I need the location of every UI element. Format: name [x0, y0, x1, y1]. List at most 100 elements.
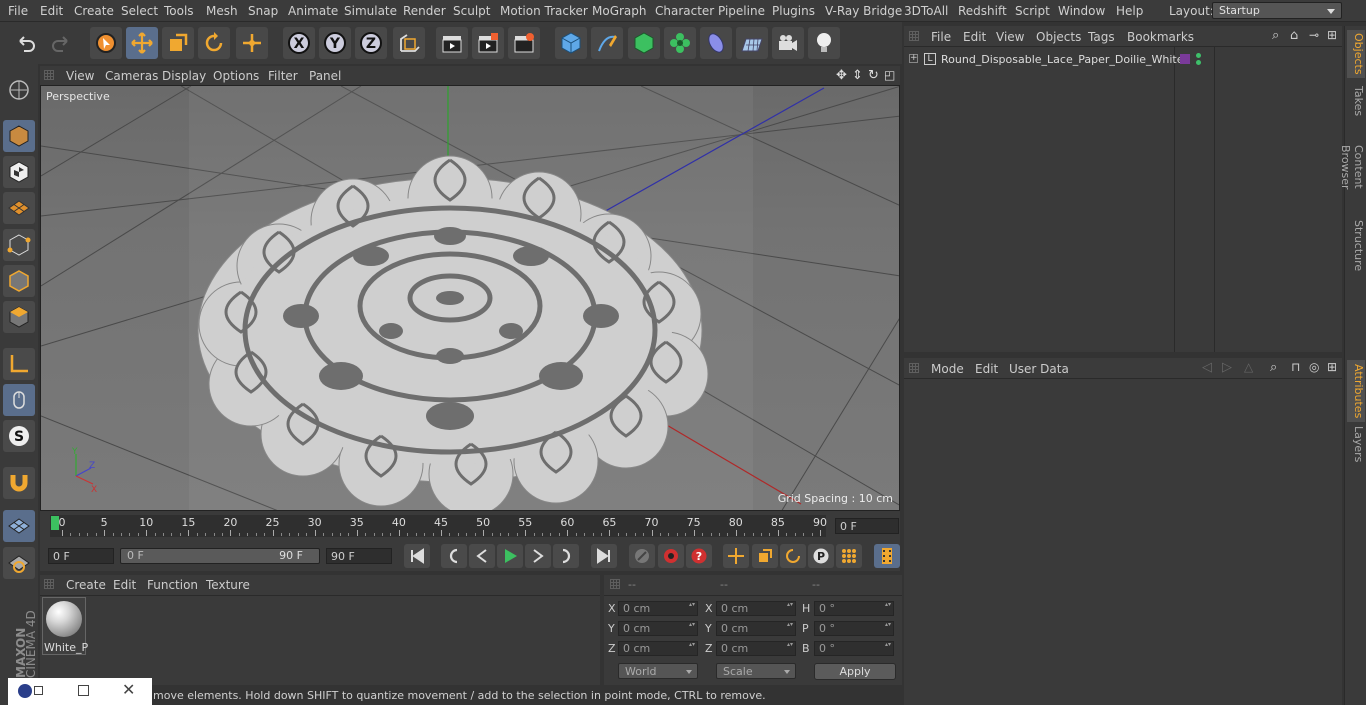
- object-row[interactable]: + L Round_Disposable_Lace_Paper_Doilie_W…: [904, 52, 1342, 70]
- play-button[interactable]: [497, 544, 523, 568]
- menu-mesh[interactable]: Mesh: [206, 4, 238, 18]
- target-icon[interactable]: ◎: [1309, 360, 1319, 374]
- menu-character[interactable]: Character: [655, 4, 714, 18]
- viewport-rotate-icon[interactable]: ↻: [868, 68, 879, 83]
- render-view-button[interactable]: [436, 27, 468, 59]
- rotation-h-field[interactable]: 0 °: [814, 601, 894, 616]
- snap-toggle-button[interactable]: S: [3, 420, 35, 452]
- position-x-field[interactable]: 0 cm: [618, 601, 698, 616]
- add-light-button[interactable]: [808, 27, 840, 59]
- render-visibility-dot[interactable]: [1196, 60, 1201, 65]
- render-to-picture-viewer-button[interactable]: [472, 27, 504, 59]
- edges-mode-button[interactable]: [3, 265, 35, 297]
- key-parameter-button[interactable]: P: [808, 544, 834, 568]
- tweak-mode-button[interactable]: [3, 384, 35, 416]
- coord-system-dropdown[interactable]: World: [618, 663, 698, 679]
- viewport-maximize-icon[interactable]: ◰: [884, 68, 895, 82]
- layer-color-swatch[interactable]: [1180, 54, 1190, 64]
- menu-mograph[interactable]: MoGraph: [592, 4, 647, 18]
- magnet-tool-button[interactable]: [3, 467, 35, 499]
- link-icon[interactable]: ⊸: [1309, 28, 1319, 42]
- back-arrow-icon[interactable]: ◁: [1202, 360, 1212, 375]
- viewport-menu-options[interactable]: Options: [213, 69, 259, 83]
- grip-handle[interactable]: [44, 579, 54, 589]
- next-key-button[interactable]: [553, 544, 579, 568]
- workplane-mode-button[interactable]: [3, 192, 35, 224]
- objects-menu-edit[interactable]: Edit: [963, 30, 986, 44]
- timeline-ruler[interactable]: 0 5 10 15 20 25 30 35 40 45 50 55 60 65 70 75 80 85 90 0 F: [40, 511, 900, 541]
- start-frame-field[interactable]: 0 F: [48, 548, 114, 564]
- workplane-lock-button[interactable]: [3, 510, 35, 542]
- expand-plus-icon[interactable]: +: [909, 54, 918, 63]
- objects-menu-bookmarks[interactable]: Bookmarks: [1127, 30, 1194, 44]
- menu-pipeline[interactable]: Pipeline: [718, 4, 765, 18]
- model-mode-button[interactable]: [3, 120, 35, 152]
- viewport-menu-panel[interactable]: Panel: [309, 69, 341, 83]
- rotate-tool-button[interactable]: [198, 27, 230, 59]
- material-menu-create[interactable]: Create: [66, 578, 106, 592]
- add-mograph-cloner-button[interactable]: [664, 27, 696, 59]
- forward-arrow-icon[interactable]: ▷: [1222, 360, 1232, 375]
- menu-create[interactable]: Create: [74, 4, 114, 18]
- add-floor-button[interactable]: [736, 27, 768, 59]
- tab-takes[interactable]: Takes: [1347, 84, 1365, 118]
- autokey-button[interactable]: [658, 544, 684, 568]
- viewport-menu-cameras[interactable]: Cameras: [105, 69, 158, 83]
- grip-handle[interactable]: [44, 70, 54, 80]
- end-frame-field[interactable]: 90 F: [326, 548, 392, 564]
- tab-objects[interactable]: Objects: [1347, 30, 1365, 78]
- viewport-menu-display[interactable]: Display: [162, 69, 206, 83]
- menu-plugins[interactable]: Plugins: [772, 4, 815, 18]
- menu-render[interactable]: Render: [403, 4, 446, 18]
- position-y-field[interactable]: 0 cm: [618, 621, 698, 636]
- z-axis-lock-button[interactable]: Z: [355, 27, 387, 59]
- viewport-zoom-icon[interactable]: ⇕: [852, 68, 863, 83]
- attributes-menu-user-data[interactable]: User Data: [1009, 362, 1069, 376]
- viewport-menu-view[interactable]: View: [66, 69, 94, 83]
- material-menu-edit[interactable]: Edit: [113, 578, 136, 592]
- menu-select[interactable]: Select: [121, 4, 158, 18]
- timeline-window-button[interactable]: [874, 544, 900, 568]
- quantize-button[interactable]: [3, 547, 35, 579]
- menu-help[interactable]: Help: [1116, 4, 1143, 18]
- menu-vray-bridge[interactable]: V-Ray Bridge: [825, 4, 902, 18]
- menu-window[interactable]: Window: [1058, 4, 1105, 18]
- rotation-p-field[interactable]: 0 °: [814, 621, 894, 636]
- redo-button[interactable]: [45, 27, 77, 59]
- record-keys-button[interactable]: [629, 544, 655, 568]
- objects-menu-file[interactable]: File: [931, 30, 951, 44]
- y-axis-lock-button[interactable]: Y: [319, 27, 351, 59]
- menu-redshift[interactable]: Redshift: [958, 4, 1007, 18]
- material-swatch[interactable]: White_P: [42, 597, 88, 655]
- tab-attributes[interactable]: Attributes: [1347, 360, 1365, 422]
- axis-mode-button[interactable]: [3, 348, 35, 380]
- key-scale-button[interactable]: [752, 544, 778, 568]
- tab-content-browser[interactable]: Content Browser: [1339, 124, 1365, 210]
- menu-tools[interactable]: Tools: [164, 4, 194, 18]
- object-name[interactable]: Round_Disposable_Lace_Paper_Doilie_White: [941, 53, 1184, 66]
- grip-handle[interactable]: [610, 579, 620, 589]
- objects-menu-tags[interactable]: Tags: [1088, 30, 1115, 44]
- size-z-field[interactable]: 0 cm: [716, 641, 796, 656]
- x-axis-lock-button[interactable]: X: [283, 27, 315, 59]
- attributes-menu-edit[interactable]: Edit: [975, 362, 998, 376]
- menu-animate[interactable]: Animate: [288, 4, 338, 18]
- menu-sculpt[interactable]: Sculpt: [453, 4, 490, 18]
- move-tool-button[interactable]: [126, 27, 158, 59]
- key-pla-button[interactable]: [836, 544, 862, 568]
- search-icon[interactable]: ⌕: [1272, 28, 1279, 43]
- menu-snap[interactable]: Snap: [248, 4, 278, 18]
- keyframe-selection-button[interactable]: ?: [686, 544, 712, 568]
- grip-handle[interactable]: [909, 363, 919, 373]
- menu-script[interactable]: Script: [1015, 4, 1050, 18]
- objects-menu-objects[interactable]: Objects: [1036, 30, 1081, 44]
- new-window-icon[interactable]: ⊞: [1327, 360, 1337, 374]
- add-cube-button[interactable]: [555, 27, 587, 59]
- menu-motion-tracker[interactable]: Motion Tracker: [500, 4, 588, 18]
- viewport-move-icon[interactable]: ✥: [836, 68, 847, 83]
- grip-handle[interactable]: [909, 31, 919, 41]
- add-spline-pen-button[interactable]: [591, 27, 623, 59]
- size-mode-dropdown[interactable]: Scale: [716, 663, 796, 679]
- objects-menu-view[interactable]: View: [996, 30, 1024, 44]
- add-subdivision-button[interactable]: [628, 27, 660, 59]
